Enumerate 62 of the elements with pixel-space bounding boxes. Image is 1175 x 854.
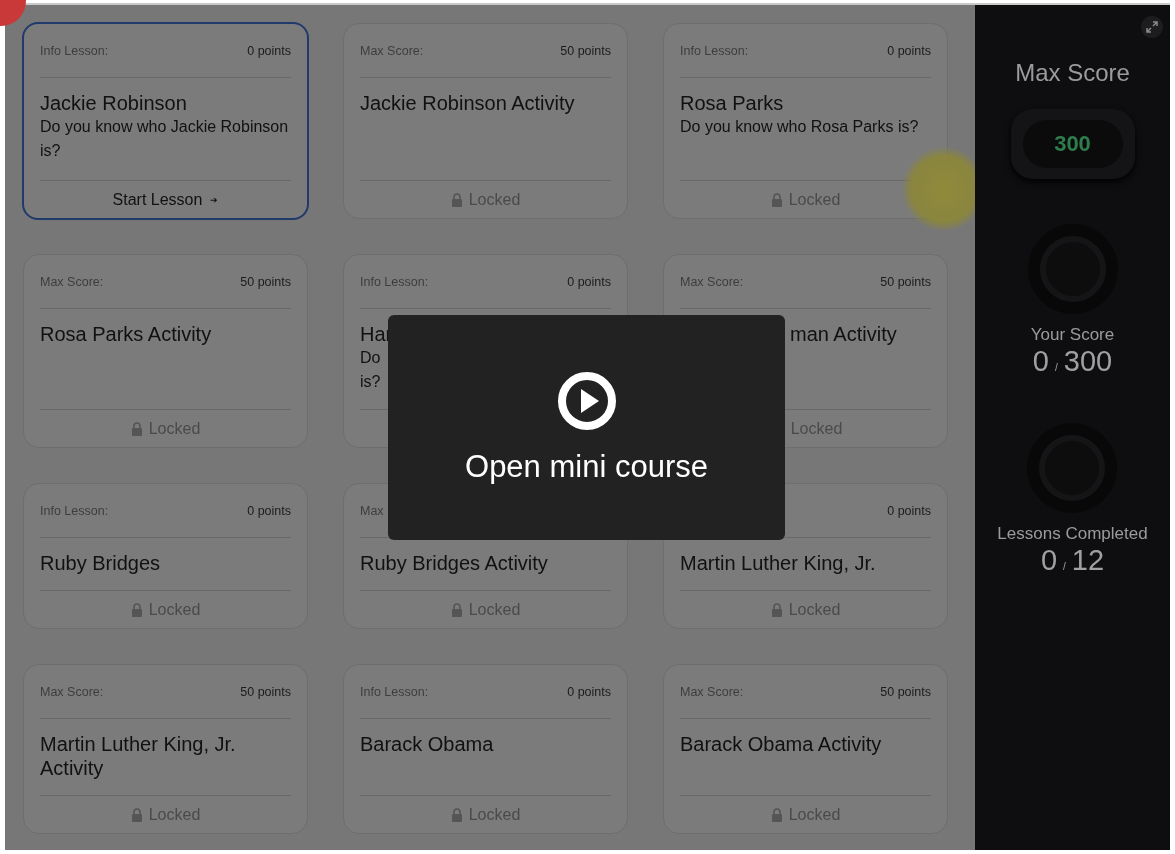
- lesson-type-label: Max Score:: [680, 274, 744, 289]
- points-label: 0 points: [567, 684, 611, 699]
- lesson-type-label: Max Score:: [40, 274, 104, 289]
- lesson-type-label: Info Lesson:: [360, 274, 429, 289]
- mini-course-dialog[interactable]: Open mini course: [388, 315, 785, 540]
- points-label: 0 points: [247, 503, 291, 518]
- lesson-description: Do: [360, 348, 382, 368]
- expand-icon[interactable]: [1141, 16, 1163, 38]
- lesson-type-label: Max: [360, 503, 384, 518]
- lesson-type-label: Info Lesson:: [680, 43, 749, 58]
- points-label: 50 points: [240, 684, 291, 699]
- points-label: 50 points: [880, 274, 931, 289]
- lock-icon: [130, 602, 143, 617]
- play-icon: [556, 370, 617, 431]
- lesson-title: Martin Luther King, Jr. Activity: [40, 732, 237, 780]
- stat-total: 12: [1071, 544, 1105, 577]
- stat-value: 0: [1040, 544, 1058, 577]
- lesson-title: Barack Obama: [360, 732, 495, 756]
- lesson-title: Martin Luther King, Jr.: [680, 551, 877, 575]
- lesson-type-label: Info Lesson:: [40, 43, 109, 58]
- stat-label: Lessons Completed: [997, 524, 1148, 544]
- lock-icon: [770, 807, 783, 822]
- points-label: 50 points: [880, 684, 931, 699]
- max-score-title: Max Score: [1015, 59, 1130, 87]
- stat-label: Your Score: [1030, 325, 1115, 345]
- points-label: 0 points: [887, 43, 931, 58]
- lock-icon: [770, 602, 783, 617]
- points-label: 0 points: [887, 503, 931, 518]
- lesson-title: Jackie Robinson Activity: [360, 91, 576, 115]
- points-label: 50 points: [240, 274, 291, 289]
- lock-icon: [450, 807, 463, 822]
- lock-icon: [130, 807, 143, 822]
- lesson-title: man Activity: [789, 322, 898, 346]
- start-lesson-button[interactable]: Start Lesson ➔: [112, 190, 219, 209]
- lesson-title: Rosa Parks Activity: [40, 322, 213, 346]
- stat-value: 0: [1032, 345, 1049, 378]
- lesson-title: Ruby Bridges: [40, 551, 162, 575]
- points-label: 0 points: [247, 43, 291, 58]
- lock-icon: [770, 192, 783, 207]
- lesson-type-label: Info Lesson:: [40, 503, 109, 518]
- lock-icon: [130, 421, 143, 436]
- lesson-description: Do you know who Jackie Robinson is?: [40, 117, 290, 161]
- points-label: 0 points: [567, 274, 611, 289]
- lock-icon: [450, 602, 463, 617]
- lesson-title: Rosa Parks: [680, 91, 785, 115]
- max-score-value: 300: [1022, 120, 1123, 168]
- lesson-title: Barack Obama Activity: [680, 732, 883, 756]
- lock-icon: [450, 192, 463, 207]
- lesson-type-label: Max Score:: [360, 43, 424, 58]
- lesson-card[interactable]: Info Lesson: 0 points Jackie Robinson Do you know who Jackie Robinson is? Start Lesson ➔: [22, 22, 309, 220]
- lesson-description: is?: [360, 372, 382, 392]
- stat-total: 300: [1063, 345, 1113, 378]
- lesson-title: Jackie Robinson: [40, 91, 188, 115]
- stat-separator: /: [1055, 362, 1058, 373]
- stat-separator: /: [1063, 561, 1066, 572]
- lesson-type-label: Max Score:: [680, 684, 744, 699]
- lesson-type-label: Info Lesson:: [360, 684, 429, 699]
- open-mini-course-text: Open mini course: [465, 448, 708, 485]
- lesson-title: Ruby Bridges Activity: [360, 551, 549, 575]
- points-label: 50 points: [560, 43, 611, 58]
- lesson-description: Do you know who Rosa Parks is?: [680, 117, 920, 137]
- lesson-type-label: Max Score:: [40, 684, 104, 699]
